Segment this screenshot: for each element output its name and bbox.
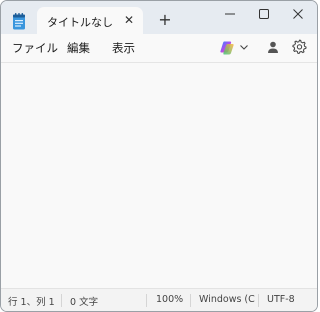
menu-view[interactable]: 表示 bbox=[112, 40, 135, 56]
status-cursor-position: 行 1、列 1 bbox=[8, 297, 55, 308]
tab-title: タイトルなし bbox=[47, 16, 113, 29]
status-zoom[interactable]: 100% bbox=[156, 294, 183, 305]
status-divider bbox=[190, 294, 191, 307]
copilot-icon[interactable] bbox=[219, 40, 235, 56]
notepad-icon bbox=[13, 13, 25, 30]
tab-close-icon[interactable]: ✕ bbox=[121, 12, 137, 28]
chevron-down-icon[interactable] bbox=[239, 42, 249, 52]
status-bar: 行 1、列 1 0 文字 100% Windows (CR UTF-8 bbox=[1, 288, 317, 311]
status-divider bbox=[146, 294, 147, 307]
status-line-ending[interactable]: Windows (CR bbox=[199, 294, 255, 305]
maximize-icon bbox=[259, 9, 269, 19]
menu-file[interactable]: ファイル bbox=[12, 40, 58, 56]
status-character-count: 0 文字 bbox=[70, 297, 99, 308]
profile-icon[interactable] bbox=[266, 40, 280, 54]
gear-icon[interactable] bbox=[292, 39, 307, 54]
status-encoding[interactable]: UTF-8 bbox=[267, 294, 295, 305]
notepad-window: タイトルなし ✕ + ファイル 編集 表示 行 1、列 1 0 文字 100% … bbox=[0, 0, 318, 312]
status-divider bbox=[258, 294, 259, 307]
menu-edit[interactable]: 編集 bbox=[67, 40, 90, 56]
title-bar[interactable]: タイトルなし ✕ + bbox=[1, 1, 317, 35]
minimize-button[interactable] bbox=[213, 1, 247, 29]
minimize-icon bbox=[225, 13, 235, 15]
close-icon bbox=[293, 9, 303, 19]
status-divider bbox=[61, 294, 62, 307]
maximize-button[interactable] bbox=[247, 1, 281, 29]
text-editor-area[interactable] bbox=[1, 62, 317, 288]
menu-bar: ファイル 編集 表示 bbox=[1, 34, 317, 62]
close-button[interactable] bbox=[281, 1, 315, 29]
new-tab-button[interactable]: + bbox=[156, 11, 174, 29]
tab-untitled[interactable]: タイトルなし ✕ bbox=[37, 7, 143, 35]
